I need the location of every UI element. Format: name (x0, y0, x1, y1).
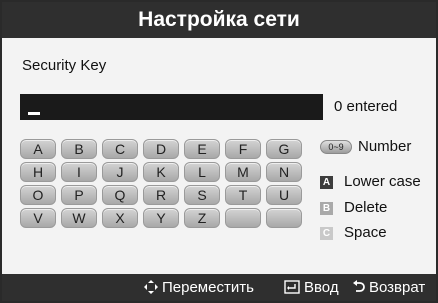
hint-return-label: Возврат (369, 279, 426, 296)
key-f[interactable]: F (225, 139, 261, 159)
key-i[interactable]: I (61, 162, 97, 182)
key-l[interactable]: L (184, 162, 220, 182)
key-b[interactable]: B (61, 139, 97, 159)
move-arrows-icon (144, 274, 158, 301)
hint-move-label: Переместить (162, 279, 254, 296)
return-icon (353, 274, 365, 301)
key-v[interactable]: V (20, 208, 56, 228)
hint-enter: Ввод (284, 274, 339, 301)
key-p[interactable]: P (61, 185, 97, 205)
bottom-hint-bar: Переместить Ввод Возврат (2, 274, 436, 301)
legend-lower-case-label: Lower case (344, 173, 421, 190)
key-m[interactable]: M (225, 162, 261, 182)
hint-return: Возврат (353, 274, 425, 301)
entered-count: 0 entered (334, 98, 398, 115)
legend-number-label: Number (358, 138, 412, 155)
network-setup-screen: Настройка сети Security Key 0 entered AB… (0, 0, 438, 303)
hint-enter-label: Ввод (304, 279, 339, 296)
enter-icon (284, 274, 300, 301)
key-t[interactable]: T (225, 185, 261, 205)
key-r[interactable]: R (143, 185, 179, 205)
key-d[interactable]: D (143, 139, 179, 159)
text-cursor (28, 112, 40, 115)
number-button-icon: 0~9 (320, 140, 352, 154)
key-a[interactable]: A (20, 139, 56, 159)
key-q[interactable]: Q (102, 185, 138, 205)
key-e[interactable]: E (184, 139, 220, 159)
b-button-icon: B (320, 202, 333, 215)
page-title: Настройка сети (2, 2, 436, 38)
key-j[interactable]: J (102, 162, 138, 182)
key-n[interactable]: N (266, 162, 302, 182)
key-s[interactable]: S (184, 185, 220, 205)
hint-move: Переместить (144, 274, 254, 301)
key-c[interactable]: C (102, 139, 138, 159)
key-w[interactable]: W (61, 208, 97, 228)
key-y[interactable]: Y (143, 208, 179, 228)
key-blank[interactable] (266, 208, 302, 228)
legend-delete-label: Delete (344, 199, 388, 216)
key-x[interactable]: X (102, 208, 138, 228)
c-button-icon: C (320, 227, 333, 240)
key-blank[interactable] (225, 208, 261, 228)
security-key-label: Security Key (22, 57, 107, 74)
key-h[interactable]: H (20, 162, 56, 182)
key-z[interactable]: Z (184, 208, 220, 228)
key-o[interactable]: O (20, 185, 56, 205)
legend-space-label: Space (344, 224, 387, 241)
key-k[interactable]: K (143, 162, 179, 182)
a-button-icon: A (320, 176, 333, 189)
key-u[interactable]: U (266, 185, 302, 205)
security-key-input[interactable] (20, 94, 323, 120)
key-g[interactable]: G (266, 139, 302, 159)
